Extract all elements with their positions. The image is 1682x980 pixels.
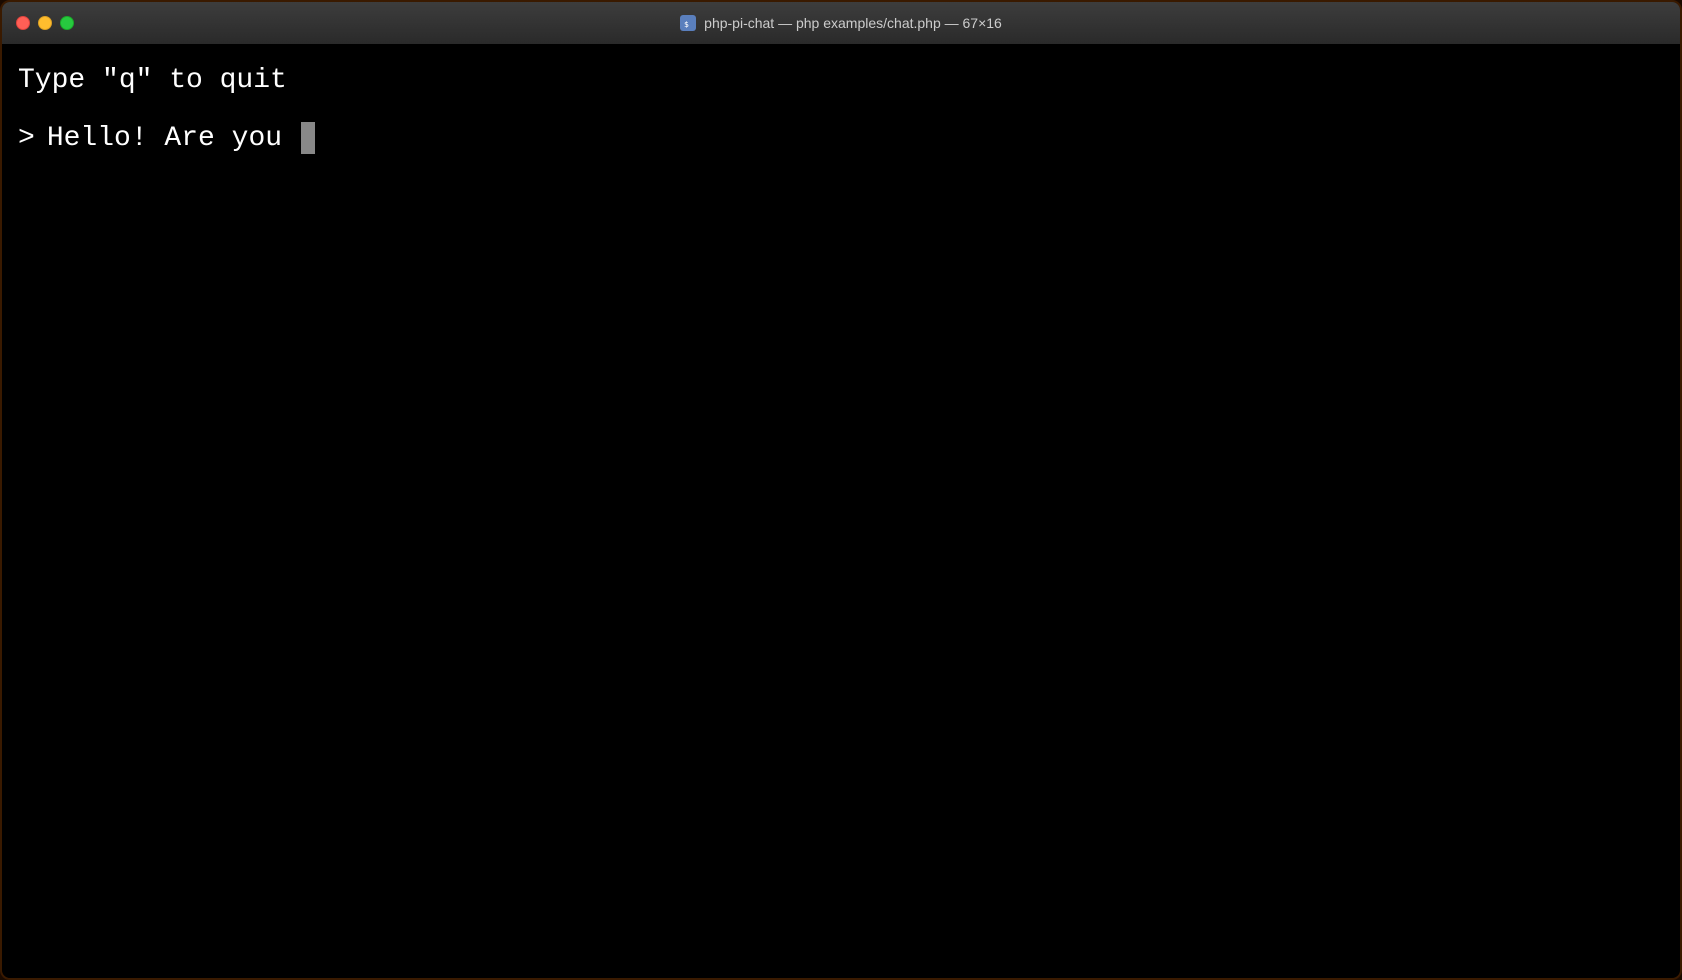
svg-text:$: $ xyxy=(684,20,689,28)
close-button[interactable] xyxy=(16,16,30,30)
terminal-icon: $ xyxy=(680,15,696,31)
maximize-button[interactable] xyxy=(60,16,74,30)
typed-text: Hello! Are you xyxy=(47,123,299,154)
window-title: php-pi-chat — php examples/chat.php — 67… xyxy=(704,15,1002,31)
prompt-line: > Hello! Are you xyxy=(18,118,1664,160)
title-bar: $ php-pi-chat — php examples/chat.php — … xyxy=(2,2,1680,44)
traffic-lights xyxy=(16,16,74,30)
minimize-button[interactable] xyxy=(38,16,52,30)
cursor xyxy=(301,122,315,154)
terminal-body[interactable]: Type "q" to quit > Hello! Are you xyxy=(2,44,1680,978)
input-text[interactable]: Hello! Are you xyxy=(47,118,315,160)
prompt-symbol: > xyxy=(18,118,35,160)
title-bar-text: $ php-pi-chat — php examples/chat.php — … xyxy=(680,15,1002,31)
instruction-line: Type "q" to quit xyxy=(18,60,1664,102)
terminal-window: $ php-pi-chat — php examples/chat.php — … xyxy=(0,0,1682,980)
